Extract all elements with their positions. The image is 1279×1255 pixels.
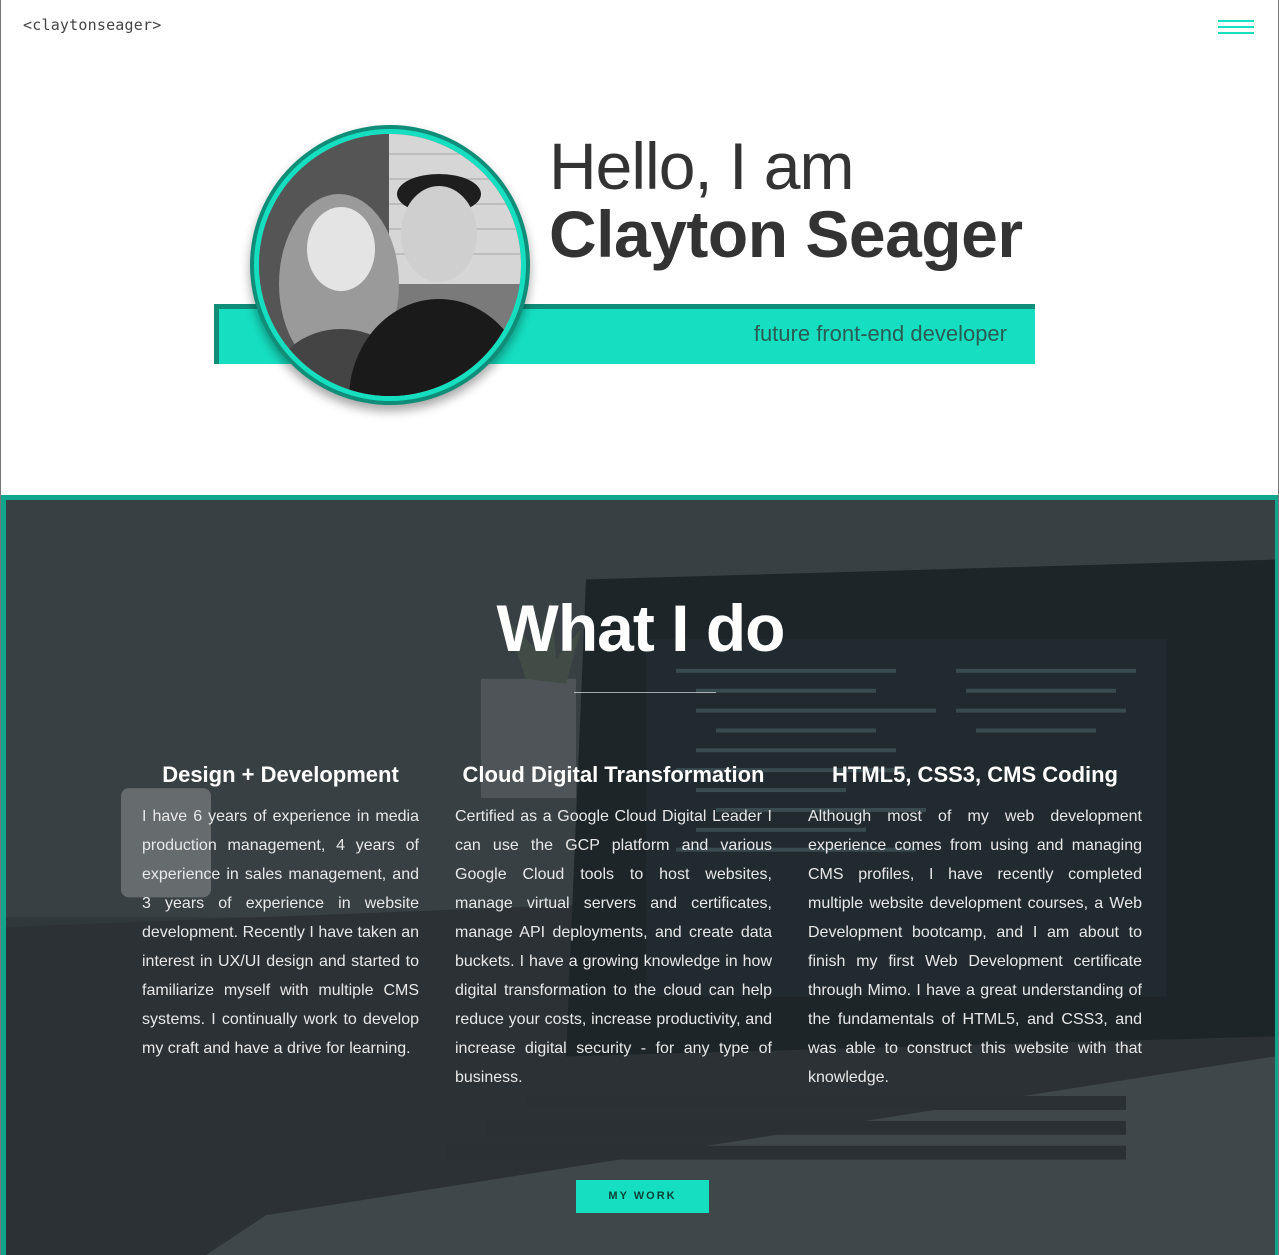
page: <claytonseager> future front-end develop… (0, 0, 1279, 1255)
hero-greeting: Hello, I am (549, 129, 854, 203)
service-heading: Cloud Digital Transformation (462, 762, 765, 787)
menu-line (1218, 26, 1254, 28)
my-work-button[interactable]: MY WORK (576, 1180, 709, 1213)
service-column: HTML5, CSS3, CMS Coding Although most of… (808, 762, 1142, 1092)
avatar-ring-inner (254, 129, 526, 401)
avatar (259, 134, 521, 396)
hero-name: Clayton Seager (549, 197, 1023, 271)
title-divider (574, 692, 716, 693)
service-text: Although most of my web development expe… (808, 808, 1142, 1086)
profile-photo (259, 134, 521, 396)
service-column: Cloud Digital Transformation Certified a… (455, 762, 772, 1092)
site-logo[interactable]: <claytonseager> (23, 16, 161, 34)
service-column: Design + Development I have 6 years of e… (142, 762, 419, 1063)
hamburger-menu-icon[interactable] (1218, 20, 1254, 36)
menu-line (1218, 20, 1254, 22)
what-i-do-section: What I do Design + Development I have 6 … (1, 495, 1278, 1255)
menu-line (1218, 32, 1254, 34)
hero-subtitle: future front-end developer (753, 321, 1007, 346)
section-title: What I do (496, 591, 786, 665)
service-heading: Design + Development (162, 762, 399, 787)
service-text: I have 6 years of experience in media pr… (142, 808, 419, 1057)
service-text: Certified as a Google Cloud Digital Lead… (455, 808, 772, 1086)
service-heading: HTML5, CSS3, CMS Coding (832, 762, 1118, 787)
avatar-ring (250, 125, 530, 405)
